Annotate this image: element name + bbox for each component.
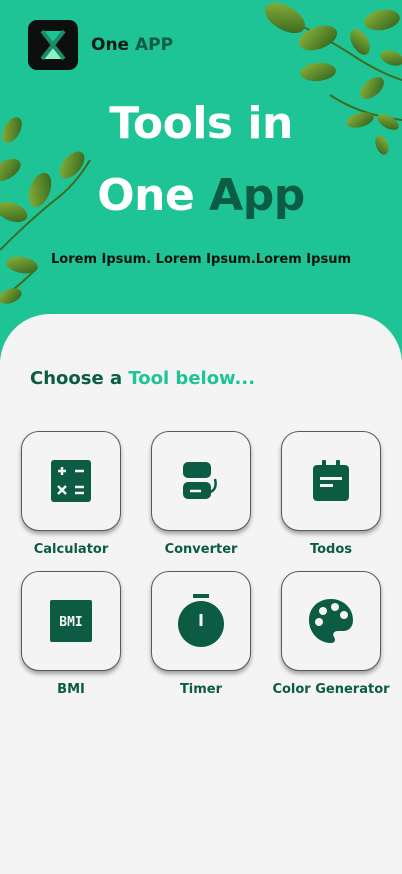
hero-subtitle: Lorem Ipsum. Lorem Ipsum.Lorem Ipsum (51, 252, 351, 267)
stopwatch-icon (178, 594, 224, 647)
hero-title-line1: Tools in (109, 98, 293, 149)
tool-label: Timer (179, 682, 223, 697)
tool-label: Calculator (33, 542, 109, 557)
brand-name: One APP (91, 35, 173, 55)
bmi-icon: BMI (50, 600, 92, 642)
clipboard-icon (313, 460, 349, 501)
section-title-part2: Tool below... (128, 368, 256, 389)
hero-title-line2: One App (0, 170, 402, 221)
tool-calculator[interactable]: Calculator (6, 431, 136, 557)
tool-bmi[interactable]: BMI BMI (6, 571, 136, 697)
tool-card[interactable] (21, 431, 121, 531)
brand-name-part2: APP (135, 35, 174, 55)
converter-icon (183, 462, 217, 499)
palette-icon (309, 599, 353, 643)
calculator-icon (51, 460, 91, 502)
section-title: Choose a Tool below... (30, 368, 255, 389)
tool-card[interactable] (281, 571, 381, 671)
section-title-part1: Choose a (30, 368, 123, 389)
hero-title-one: One (97, 170, 195, 221)
hero-header: One APP Tools in One App Lorem Ipsum. Lo… (0, 0, 402, 360)
tool-card[interactable] (151, 571, 251, 671)
brand: One APP (28, 20, 173, 70)
tool-color-generator[interactable]: Color Generator (266, 571, 396, 697)
tool-converter[interactable]: Converter (136, 431, 266, 557)
tool-timer[interactable]: Timer (136, 571, 266, 697)
tool-card[interactable] (281, 431, 381, 531)
tool-label: Converter (164, 542, 238, 557)
bmi-icon-text: BMI (59, 615, 82, 630)
tool-label: Todos (309, 542, 353, 557)
hourglass-x-logo-icon (28, 20, 78, 70)
tool-label: Color Generator (272, 682, 390, 697)
tool-label: BMI (57, 682, 85, 697)
tool-card[interactable]: BMI (21, 571, 121, 671)
brand-name-part1: One (91, 35, 130, 55)
hero-title-app: App (209, 170, 305, 221)
tool-todos[interactable]: Todos (266, 431, 396, 557)
tool-card[interactable] (151, 431, 251, 531)
